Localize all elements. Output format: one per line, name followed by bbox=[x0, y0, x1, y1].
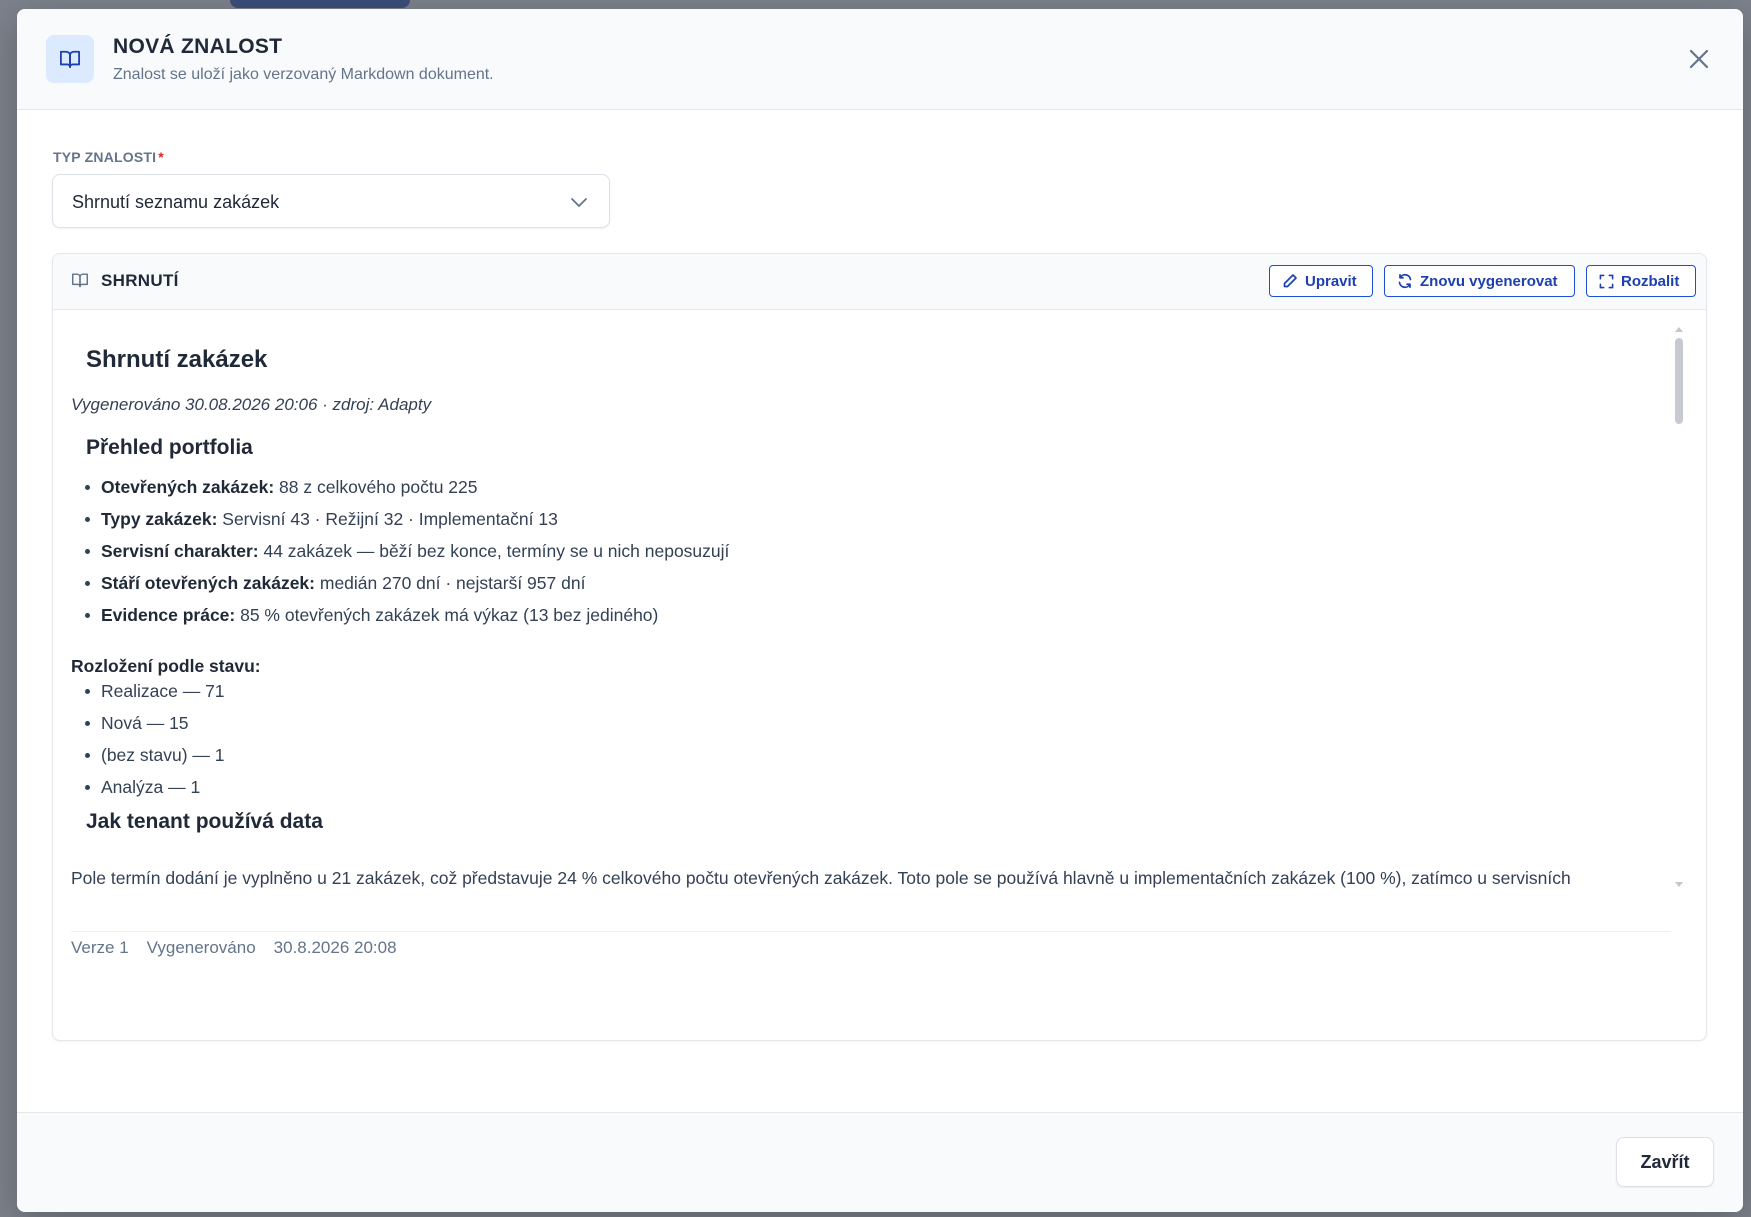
document-heading: Shrnutí zakázek bbox=[86, 346, 268, 373]
document-meta: Vygenerováno 30.08.2026 20:06 · zdroj: A… bbox=[71, 395, 432, 414]
expand-button[interactable]: Rozbalit bbox=[1586, 265, 1696, 297]
list-item: Realizace — 71 bbox=[85, 679, 225, 711]
chevron-down-icon bbox=[569, 192, 589, 217]
dialog-footer: Zavřít bbox=[17, 1112, 1743, 1212]
version-info: Verze 1 Vygenerováno 30.8.2026 20:08 bbox=[71, 938, 397, 958]
list-item-label: Servisní charakter: bbox=[101, 541, 259, 561]
edit-button[interactable]: Upravit bbox=[1269, 265, 1373, 297]
scroll-down-arrow[interactable] bbox=[1675, 882, 1683, 887]
new-knowledge-dialog: NOVÁ ZNALOST Znalost se uloží jako verzo… bbox=[17, 9, 1743, 1212]
list-item-text: 88 z celkového počtu 225 bbox=[274, 477, 478, 497]
status-distribution-heading: Rozložení podle stavu: bbox=[71, 656, 261, 676]
dialog-header: NOVÁ ZNALOST Znalost se uloží jako verzo… bbox=[17, 9, 1743, 110]
scroll-up-arrow[interactable] bbox=[1675, 327, 1683, 332]
portfolio-list: Otevřených zakázek: 88 z celkového počtu… bbox=[84, 475, 730, 635]
close-dialog-button[interactable]: Zavřít bbox=[1616, 1137, 1714, 1187]
edit-button-label: Upravit bbox=[1305, 272, 1357, 290]
list-item: Analýza — 1 bbox=[85, 775, 225, 807]
summary-panel-header: SHRNUTÍ Upravit Znovu vygenerovat Rozbal… bbox=[53, 254, 1706, 310]
close-icon bbox=[1689, 49, 1709, 69]
list-item-label: Stáří otevřených zakázek: bbox=[101, 573, 315, 593]
divider bbox=[71, 931, 1671, 932]
close-button[interactable] bbox=[1685, 45, 1713, 73]
list-item-text: 44 zakázek — běží bez konce, termíny se … bbox=[258, 541, 730, 561]
version-label: Verze 1 bbox=[71, 938, 129, 957]
list-item: Otevřených zakázek: 88 z celkového počtu… bbox=[84, 475, 729, 507]
knowledge-type-label-text: TYP ZNALOSTI bbox=[53, 149, 157, 165]
section-heading-portfolio: Přehled portfolia bbox=[86, 436, 253, 459]
list-item-label: Typy zakázek: bbox=[101, 509, 218, 529]
section-heading-data-usage: Jak tenant používá data bbox=[86, 810, 323, 833]
markdown-preview[interactable]: Shrnutí zakázek Vygenerováno 30.08.2026 … bbox=[71, 310, 1671, 922]
version-status: Vygenerováno bbox=[146, 938, 256, 957]
list-item-text: 85 % otevřených zakázek má výkaz (13 bez… bbox=[235, 605, 659, 625]
list-item: Nová — 15 bbox=[85, 711, 225, 743]
dialog-title: NOVÁ ZNALOST bbox=[113, 35, 283, 58]
list-item: (bez stavu) — 1 bbox=[85, 743, 225, 775]
list-item-label: Otevřených zakázek: bbox=[101, 477, 275, 497]
pencil-icon bbox=[1283, 274, 1297, 288]
list-item-label: Evidence práce: bbox=[101, 605, 236, 625]
regenerate-button-label: Znovu vygenerovat bbox=[1420, 272, 1558, 290]
required-mark: * bbox=[158, 149, 164, 165]
backdrop-accent bbox=[230, 0, 410, 8]
expand-icon bbox=[1599, 274, 1614, 288]
expand-button-label: Rozbalit bbox=[1621, 272, 1680, 290]
list-item: Servisní charakter: 44 zakázek — běží be… bbox=[84, 539, 730, 571]
list-item: Typy zakázek: Servisní 43 · Režijní 32 ·… bbox=[84, 507, 729, 539]
dialog-subtitle: Znalost se uloží jako verzovaný Markdown… bbox=[113, 66, 494, 83]
list-item-text: medián 270 dní · nejstarší 957 dní bbox=[315, 573, 586, 593]
data-usage-paragraph: Pole termín dodání je vyplněno u 21 zaká… bbox=[71, 868, 1571, 888]
knowledge-type-value: Shrnutí seznamu zakázek bbox=[72, 192, 280, 212]
list-item: Stáří otevřených zakázek: medián 270 dní… bbox=[84, 571, 729, 603]
regenerate-button[interactable]: Znovu vygenerovat bbox=[1384, 265, 1575, 297]
knowledge-type-label: TYP ZNALOSTI * bbox=[53, 149, 164, 165]
version-date: 30.8.2026 20:08 bbox=[273, 938, 397, 957]
summary-panel-title: SHRNUTÍ bbox=[101, 271, 179, 290]
summary-panel: SHRNUTÍ Upravit Znovu vygenerovat Rozbal… bbox=[52, 253, 1707, 1041]
refresh-icon bbox=[1398, 273, 1412, 289]
status-list: Realizace — 71 Nová — 15 (bez stavu) — 1… bbox=[85, 679, 225, 807]
list-item: Evidence práce: 85 % otevřených zakázek … bbox=[84, 603, 729, 635]
book-open-icon bbox=[46, 35, 94, 83]
book-open-icon bbox=[71, 272, 89, 293]
scroll-thumb[interactable] bbox=[1675, 338, 1683, 424]
preview-scrollbar[interactable] bbox=[1672, 327, 1686, 887]
list-item-text: Servisní 43 · Režijní 32 · Implementační… bbox=[217, 509, 558, 529]
knowledge-type-select[interactable]: Shrnutí seznamu zakázek bbox=[52, 174, 610, 228]
